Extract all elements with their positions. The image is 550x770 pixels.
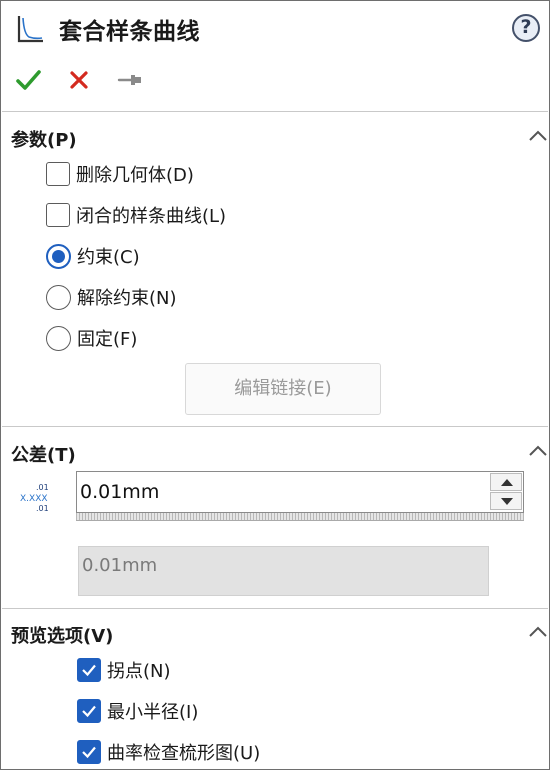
inflection-points-checkbox[interactable]: 拐点(N) <box>77 657 171 683</box>
min-radius-checkbox[interactable]: 最小半径(I) <box>77 698 198 724</box>
divider <box>2 426 548 427</box>
pin-icon <box>117 75 141 85</box>
fit-spline-icon <box>15 14 45 44</box>
divider <box>2 111 548 112</box>
check-icon <box>82 664 96 677</box>
checkbox-box[interactable] <box>77 658 101 682</box>
radio-circle[interactable] <box>46 243 71 269</box>
delete-geometry-checkbox[interactable]: 删除几何体(D) <box>46 161 194 187</box>
close-icon <box>70 71 88 89</box>
inflection-points-label: 拐点(N) <box>107 661 171 682</box>
ok-button[interactable] <box>13 65 43 95</box>
tolerance-readonly-field: 0.01mm <box>78 546 489 596</box>
radio-circle[interactable] <box>46 325 71 351</box>
radio-fixed[interactable]: 固定(F) <box>46 325 137 351</box>
edit-link-button[interactable]: 编辑链接(E) <box>185 363 381 415</box>
checkbox-box[interactable] <box>77 699 101 723</box>
radio-circle[interactable] <box>46 284 71 310</box>
thumbwheel-slider[interactable] <box>76 513 524 521</box>
radio-label: 解除约束(N) <box>77 288 177 309</box>
preview-group-title: 预览选项(V) <box>11 626 114 647</box>
spin-buttons[interactable] <box>490 473 522 511</box>
radio-unconstrained[interactable]: 解除约束(N) <box>46 284 177 310</box>
tolerance-group-title: 公差(T) <box>11 445 76 466</box>
chevron-up-icon[interactable] <box>527 127 549 145</box>
tolerance-input[interactable] <box>77 472 489 512</box>
checkbox-box[interactable] <box>46 162 70 186</box>
curvature-comb-label: 曲率检查梳形图(U) <box>107 743 261 764</box>
closed-spline-checkbox[interactable]: 闭合的样条曲线(L) <box>46 202 226 228</box>
tolerance-spinbox[interactable] <box>76 471 524 513</box>
radio-label: 约束(C) <box>77 247 140 268</box>
closed-spline-label: 闭合的样条曲线(L) <box>76 206 227 227</box>
params-group-title: 参数(P) <box>11 130 77 151</box>
chevron-up-icon[interactable] <box>527 442 549 460</box>
delete-geometry-label: 删除几何体(D) <box>76 165 194 186</box>
check-icon <box>82 705 96 718</box>
radio-constrained[interactable]: 约束(C) <box>46 243 140 269</box>
property-manager-panel: 套合样条曲线 ? 参数(P) 删除几何体(D) 闭合的样条曲线(L) 约束(C) <box>0 0 550 770</box>
chevron-up-icon[interactable] <box>527 623 549 641</box>
check-icon <box>16 70 41 90</box>
tolerance-icon-main: X.XXX <box>20 494 48 504</box>
help-button[interactable]: ? <box>512 14 540 42</box>
curvature-comb-checkbox[interactable]: 曲率检查梳形图(U) <box>77 739 260 765</box>
cancel-button[interactable] <box>64 65 94 95</box>
panel-title: 套合样条曲线 <box>59 19 200 45</box>
checkbox-box[interactable] <box>77 740 101 764</box>
tolerance-icon-sup: .01 <box>36 483 49 492</box>
spin-down-button[interactable] <box>490 492 522 510</box>
checkbox-box[interactable] <box>46 203 70 227</box>
tolerance-icon-sub: .01 <box>36 504 49 513</box>
radio-label: 固定(F) <box>77 329 138 350</box>
divider <box>2 608 548 609</box>
min-radius-label: 最小半径(I) <box>107 702 199 723</box>
pin-button[interactable] <box>115 65 145 95</box>
check-icon <box>82 746 96 759</box>
tolerance-icon: .01 X.XXX .01 <box>17 481 53 515</box>
spin-up-button[interactable] <box>490 473 522 491</box>
